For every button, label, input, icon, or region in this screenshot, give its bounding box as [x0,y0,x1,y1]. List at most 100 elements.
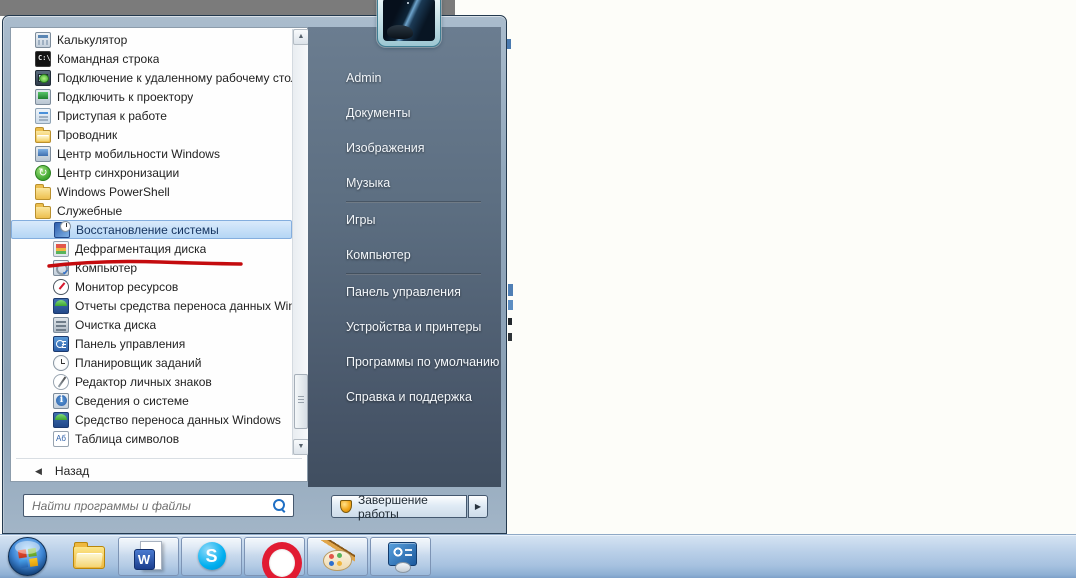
taskbar-app-button-explorer[interactable] [62,537,116,576]
taskbar-app-button-display-settings[interactable] [370,537,431,576]
background-window-fragment [508,284,513,296]
back-item[interactable]: ◀ Назад [11,461,307,481]
cmd-icon [35,50,51,67]
program-label: Проводник [57,127,118,142]
search-icon[interactable] [271,498,287,514]
program-item-computer[interactable]: Компьютер [11,258,292,277]
program-item-resource-monitor[interactable]: Монитор ресурсов [11,277,292,296]
getting-started-icon [35,107,51,124]
program-item-task-scheduler[interactable]: Планировщик заданий [11,353,292,372]
program-label: Сведения о системе [75,393,189,408]
program-label: Windows PowerShell [57,184,170,199]
program-label: Монитор ресурсов [75,279,179,294]
program-item-getting-started[interactable]: Приступая к работе [11,106,292,125]
paint-icon [320,540,355,573]
taskbar-app-button-skype[interactable] [181,537,242,576]
program-item-charmap[interactable]: Таблица символов [11,429,292,448]
program-item-projector[interactable]: Подключить к проектору [11,87,292,106]
program-label: Центр синхронизации [57,165,180,180]
windows-logo-icon [17,547,40,569]
system-restore-icon [54,221,71,238]
avatar-photo [383,0,435,41]
program-label: Таблица символов [75,431,180,446]
user-panel-item[interactable]: Изображения [308,131,501,166]
program-item-cmd[interactable]: Командная строка [11,49,292,68]
back-label: Назад [54,464,90,478]
user-panel-item[interactable]: Admin [308,61,501,96]
program-item-disk-cleanup[interactable]: Очистка диска [11,315,292,334]
user-panel-item[interactable]: Игры [308,203,501,238]
defrag-icon [53,240,69,257]
program-item-system-info[interactable]: Сведения о системе [11,391,292,410]
program-label: Подключение к удаленному рабочему стол [57,70,292,85]
background-window-fragment [508,300,513,310]
user-panel-item[interactable]: Устройства и принтеры [308,310,501,345]
program-item-calculator[interactable]: Калькулятор [11,30,292,49]
program-item-defrag[interactable]: Дефрагментация диска [11,239,292,258]
remote-desktop-icon [35,69,51,86]
user-avatar[interactable] [377,0,441,47]
program-label: Отчеты средства переноса данных Wind [75,298,292,313]
program-item-control-panel[interactable]: Панель управления [11,334,292,353]
program-label: Редактор личных знаков [75,374,212,389]
user-panel-item[interactable]: Панель управления [308,275,501,310]
shutdown-button[interactable]: Завершение работы [331,492,467,521]
background-window-fragment [507,39,511,49]
back-arrow-icon: ◀ [35,465,42,476]
scrollbar[interactable]: ▲ ▼ [292,29,309,455]
disk-cleanup-icon [53,316,69,333]
user-panel-item[interactable]: Справка и поддержка [308,380,501,415]
user-panel-item[interactable]: Программы по умолчанию [308,345,501,380]
program-label: Компьютер [75,260,138,275]
desktop-screen: Калькулятор Командная строка Подключение… [0,0,1076,578]
control-panel-icon [53,335,69,352]
uac-shield-icon [340,500,352,513]
sync-center-icon [35,164,51,181]
scroll-down-button[interactable]: ▼ [293,439,309,455]
program-item-sync-center[interactable]: Центр синхронизации [11,163,292,182]
program-item-folder[interactable]: Windows PowerShell [11,182,292,201]
task-scheduler-icon [53,354,69,371]
taskbar: Від мережі UK [0,534,1076,578]
charmap-icon [53,430,69,447]
folder-explorer-icon [35,126,51,143]
shutdown-options-arrow[interactable]: ▶ [468,495,488,518]
transfer-reports-icon [53,297,69,314]
taskbar-app-button-paint[interactable] [307,537,368,576]
user-panel-item[interactable]: Компьютер [308,238,501,273]
program-item-easy-transfer[interactable]: Средство переноса данных Windows [11,410,292,429]
folder-icon [35,202,51,219]
start-menu: Калькулятор Командная строка Подключение… [2,15,507,534]
user-panel-item[interactable]: Музыка [308,166,501,201]
program-item-char-editor[interactable]: Редактор личных знаков [11,372,292,391]
program-label: Калькулятор [57,32,128,47]
taskbar-app-button-word[interactable] [118,537,179,576]
scroll-up-button[interactable]: ▲ [293,29,309,45]
search-box[interactable] [23,494,294,517]
projector-icon [35,88,51,105]
user-panel: Admin Документы Изображения Музыка Игры Компь… [308,27,501,487]
program-label: Служебные [57,203,123,218]
program-label: Центр мобильности Windows [57,146,220,161]
taskbar-app-button-opera[interactable] [244,537,305,578]
shutdown-label: Завершение работы [358,492,428,521]
program-label: Дефрагментация диска [75,241,207,256]
opera-icon [258,540,302,578]
start-button[interactable] [8,537,47,576]
scrollbar-thumb[interactable] [294,374,308,429]
program-item-remote-desktop[interactable]: Подключение к удаленному рабочему стол [11,68,292,87]
program-item-folder[interactable]: Служебные [11,201,292,220]
program-item-system-restore[interactable]: Восстановление системы [11,220,292,239]
computer-icon [53,259,69,277]
easy-transfer-icon [53,411,69,428]
resource-monitor-icon [53,278,69,295]
program-label: Панель управления [75,336,186,351]
program-item-folder-explorer[interactable]: Проводник [11,125,292,144]
program-item-mobility-center[interactable]: Центр мобильности Windows [11,144,292,163]
search-input[interactable] [24,498,271,513]
taskbar-apps [62,537,431,578]
program-label: Подключить к проектору [57,89,194,104]
user-panel-item[interactable]: Документы [308,96,501,131]
program-item-transfer-reports[interactable]: Отчеты средства переноса данных Wind [11,296,292,315]
background-window-fragment [508,318,512,325]
